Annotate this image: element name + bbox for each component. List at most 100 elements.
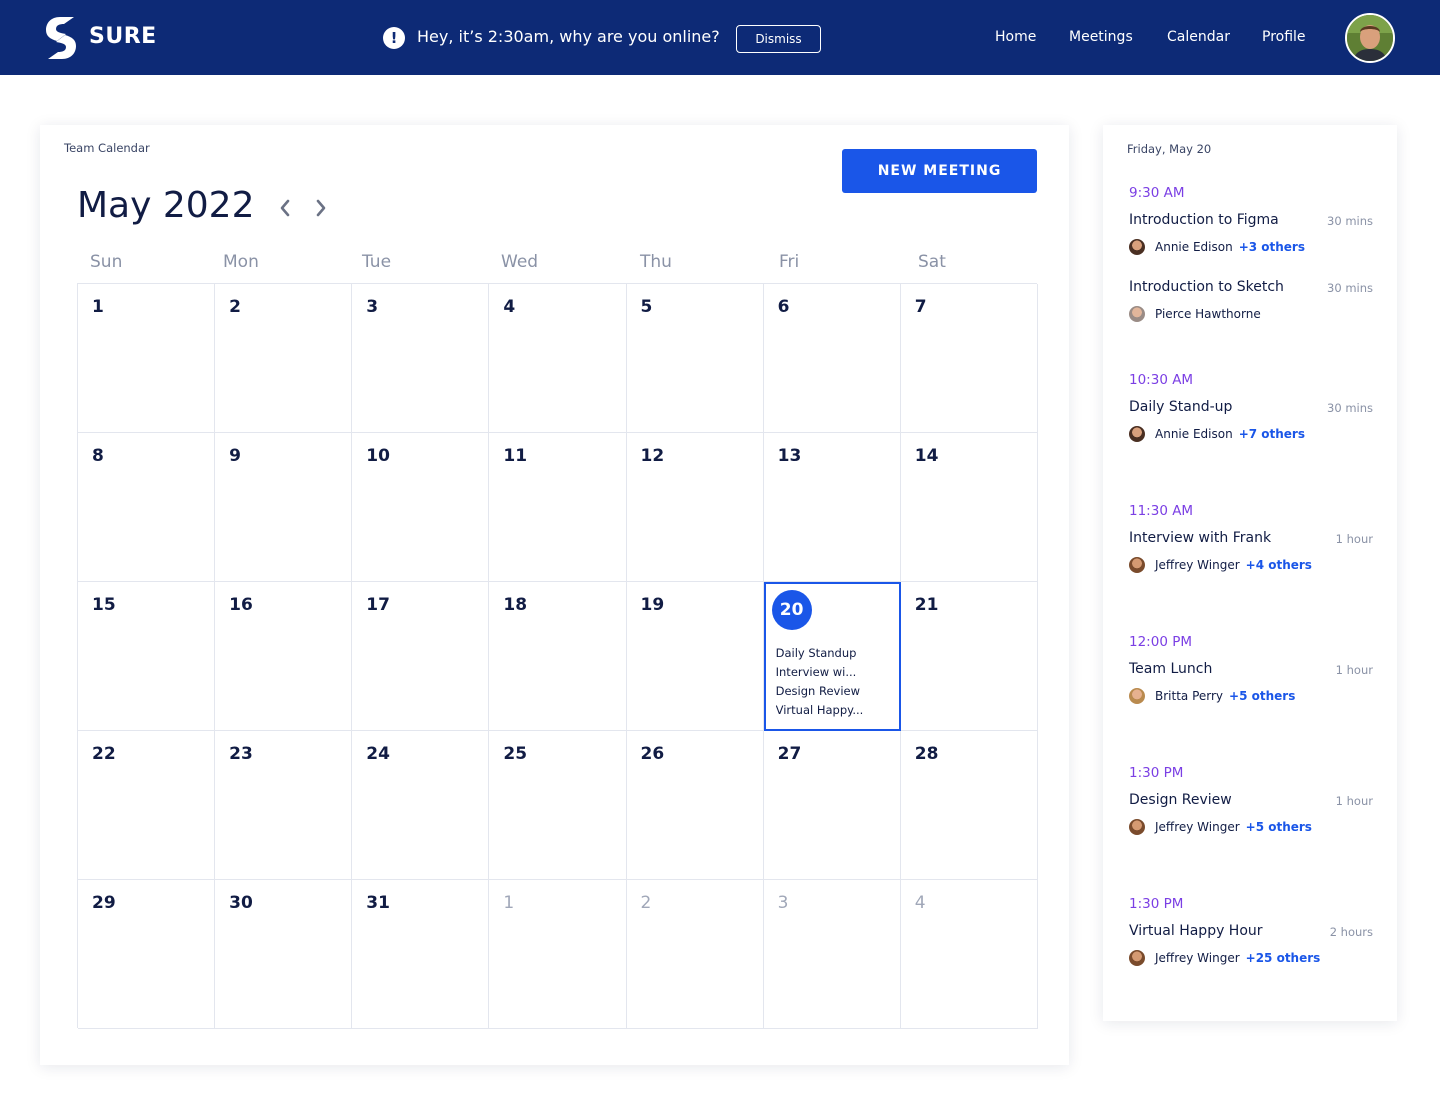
- day-cell[interactable]: 11: [489, 433, 627, 582]
- chevron-right-icon[interactable]: [310, 195, 332, 221]
- nav-profile[interactable]: Profile: [1262, 29, 1306, 45]
- others-link[interactable]: +5 others: [1246, 820, 1312, 834]
- day-cell[interactable]: 10: [352, 433, 490, 582]
- day-cell[interactable]: 4: [489, 284, 627, 433]
- time-label: 1:30 PM: [1129, 765, 1184, 781]
- attendee-row: Annie Edison +3 others: [1129, 239, 1305, 255]
- day-number: 12: [640, 446, 665, 466]
- cell-event[interactable]: Virtual Happy...: [776, 701, 894, 720]
- day-cell[interactable]: 31: [352, 880, 490, 1029]
- meeting-duration: 2 hours: [1329, 925, 1373, 939]
- meeting-duration: 1 hour: [1335, 532, 1373, 546]
- day-cell[interactable]: 13: [763, 433, 901, 582]
- day-number: 29: [92, 893, 116, 913]
- day-cell-next-month[interactable]: 2: [626, 880, 764, 1029]
- nav-home[interactable]: Home: [995, 29, 1036, 45]
- day-cell[interactable]: 25: [489, 731, 627, 880]
- time-label: 10:30 AM: [1129, 372, 1194, 388]
- meeting-item[interactable]: Daily Stand-up 30 mins Annie Edison +7 o…: [1129, 399, 1373, 466]
- day-cell[interactable]: 26: [626, 731, 764, 880]
- others-link[interactable]: +25 others: [1246, 951, 1321, 965]
- attendee-name: Britta Perry: [1155, 689, 1224, 703]
- day-cell[interactable]: 29: [78, 880, 216, 1029]
- day-number: 17: [366, 595, 390, 615]
- nav-calendar[interactable]: Calendar: [1167, 29, 1230, 45]
- day-cell[interactable]: 12: [626, 433, 764, 582]
- day-cell-today[interactable]: 20 Daily Standup Interview wi... Design …: [763, 582, 901, 731]
- meeting-title: Design Review: [1129, 792, 1232, 808]
- others-link[interactable]: +7 others: [1239, 427, 1305, 441]
- others-link[interactable]: +4 others: [1246, 558, 1312, 572]
- meeting-item[interactable]: Introduction to Sketch 30 mins Pierce Ha…: [1129, 279, 1373, 346]
- month-title: May 2022: [77, 185, 255, 226]
- day-cell[interactable]: 24: [352, 731, 490, 880]
- day-cell[interactable]: 5: [626, 284, 764, 433]
- day-cell-next-month[interactable]: 3: [763, 880, 901, 1029]
- time-label: 12:00 PM: [1129, 634, 1192, 650]
- day-cell[interactable]: 21: [900, 582, 1038, 731]
- attendee-name: Annie Edison: [1155, 427, 1233, 441]
- attendee-name: Jeffrey Winger: [1155, 820, 1240, 834]
- attendee-avatar: [1129, 819, 1145, 835]
- day-cell[interactable]: 6: [763, 284, 901, 433]
- day-cell[interactable]: 18: [489, 582, 627, 731]
- cell-event[interactable]: Daily Standup: [776, 644, 894, 663]
- day-cell[interactable]: 1: [78, 284, 216, 433]
- day-cell[interactable]: 7: [900, 284, 1038, 433]
- day-number: 22: [92, 744, 116, 764]
- attendee-row: Jeffrey Winger +4 others: [1129, 557, 1312, 573]
- meeting-title: Introduction to Sketch: [1129, 279, 1284, 295]
- cell-event[interactable]: Design Review: [776, 682, 894, 701]
- day-cell[interactable]: 16: [215, 582, 353, 731]
- day-cell-next-month[interactable]: 4: [900, 880, 1038, 1029]
- weekday-wed: Wed: [501, 252, 539, 272]
- new-meeting-button[interactable]: NEW MEETING: [842, 149, 1037, 193]
- meeting-duration: 30 mins: [1327, 401, 1373, 415]
- day-cell[interactable]: 8: [78, 433, 216, 582]
- meeting-title: Interview with Frank: [1129, 530, 1272, 546]
- meeting-item[interactable]: Team Lunch 1 hour Britta Perry +5 others: [1129, 661, 1373, 728]
- day-number: 2: [229, 297, 241, 317]
- nav-meetings[interactable]: Meetings: [1069, 29, 1133, 45]
- meeting-item[interactable]: Introduction to Figma 30 mins Annie Edis…: [1129, 212, 1373, 279]
- day-cell[interactable]: 30: [215, 880, 353, 1029]
- day-cell[interactable]: 14: [900, 433, 1038, 582]
- chevron-left-icon[interactable]: [274, 195, 296, 221]
- user-avatar[interactable]: [1345, 13, 1395, 63]
- meeting-title: Daily Stand-up: [1129, 399, 1233, 415]
- day-cell[interactable]: 23: [215, 731, 353, 880]
- dismiss-button[interactable]: Dismiss: [736, 25, 821, 53]
- day-cell[interactable]: 22: [78, 731, 216, 880]
- day-cell[interactable]: 17: [352, 582, 490, 731]
- meeting-item[interactable]: Virtual Happy Hour 2 hours Jeffrey Winge…: [1129, 923, 1373, 990]
- day-number: 24: [366, 744, 390, 764]
- day-number: 7: [914, 297, 927, 317]
- day-cell[interactable]: 9: [215, 433, 353, 582]
- day-cell[interactable]: 28: [900, 731, 1038, 880]
- meeting-item[interactable]: Interview with Frank 1 hour Jeffrey Wing…: [1129, 530, 1373, 597]
- day-number: 15: [92, 595, 116, 615]
- day-number: 2: [640, 893, 652, 913]
- cell-event[interactable]: Interview wi...: [776, 663, 894, 682]
- today-day-number: 20: [771, 590, 812, 630]
- meeting-title: Virtual Happy Hour: [1129, 923, 1263, 939]
- day-cell[interactable]: 27: [763, 731, 901, 880]
- sure-logo-icon[interactable]: [44, 16, 78, 60]
- meeting-title: Introduction to Figma: [1129, 212, 1279, 228]
- others-link[interactable]: +5 others: [1229, 689, 1295, 703]
- day-cell-next-month[interactable]: 1: [489, 880, 627, 1029]
- card-label: Team Calendar: [64, 141, 150, 155]
- weekday-sun: Sun: [90, 252, 123, 272]
- others-link[interactable]: +3 others: [1239, 240, 1305, 254]
- meeting-item[interactable]: Design Review 1 hour Jeffrey Winger +5 o…: [1129, 792, 1373, 859]
- day-number: 13: [777, 446, 802, 466]
- day-cell[interactable]: 19: [626, 582, 764, 731]
- meeting-duration: 1 hour: [1335, 663, 1373, 677]
- day-cell[interactable]: 15: [78, 582, 216, 731]
- meeting-duration: 1 hour: [1335, 794, 1373, 808]
- day-cell[interactable]: 3: [352, 284, 490, 433]
- day-number: 19: [640, 595, 665, 615]
- day-cell[interactable]: 2: [215, 284, 353, 433]
- time-group: 1:30 PM Virtual Happy Hour 2 hours Jeffr…: [1129, 896, 1373, 990]
- attendee-name: Annie Edison: [1155, 240, 1233, 254]
